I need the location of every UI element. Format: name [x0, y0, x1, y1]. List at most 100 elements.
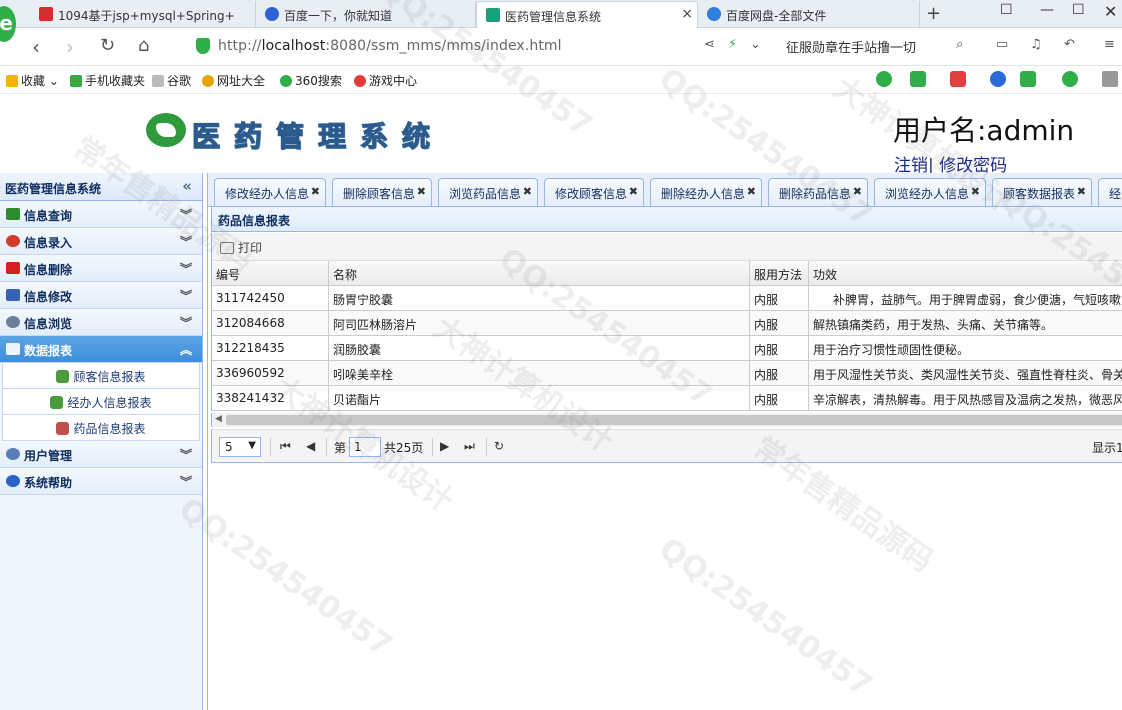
- translate-extension-icon[interactable]: [910, 71, 926, 87]
- url-field[interactable]: http://localhost:8080/ssm_mms/mms/index.…: [196, 35, 696, 59]
- sidebar-section-reports[interactable]: 数据报表 ︽: [0, 336, 202, 363]
- tab-browse-drug[interactable]: 浏览药品信息 ✖: [438, 178, 538, 206]
- cell-usage: 内服: [750, 386, 809, 411]
- cell-name: 贝诺酯片: [329, 386, 750, 411]
- headphone-icon[interactable]: ♫: [1030, 37, 1042, 52]
- scrollbar-thumb[interactable]: [226, 415, 1122, 425]
- bookmark-hao[interactable]: 网址大全: [202, 72, 265, 89]
- agent-icon: [50, 396, 64, 409]
- close-tab-icon[interactable]: ×: [681, 6, 693, 22]
- battery-icon[interactable]: ▭: [996, 37, 1008, 52]
- tab-browse-agent[interactable]: 浏览经办人信息 ✖: [874, 178, 986, 206]
- tab-edit-customer[interactable]: 修改顾客信息 ✖: [544, 178, 644, 206]
- search-icon[interactable]: ⌕: [956, 37, 963, 52]
- sidebar-section-query[interactable]: 信息查询 ︾: [0, 201, 202, 228]
- close-icon[interactable]: ✖: [629, 185, 638, 198]
- tab-agent-report-partial[interactable]: 经: [1098, 178, 1122, 206]
- close-icon[interactable]: ✖: [311, 185, 320, 198]
- close-icon[interactable]: ✖: [747, 185, 756, 198]
- bookmark-google[interactable]: 谷歌: [152, 72, 191, 89]
- cell-effect: 解热镇痛类药，用于发热、头痛、关节痛等。: [813, 318, 1054, 332]
- apps-extension-icon[interactable]: [1102, 71, 1118, 87]
- next-page-icon[interactable]: ▶: [440, 439, 449, 453]
- table-row[interactable]: 311742450 肠胃宁胶囊 内服 补脾胃，益肺气。用于脾胃虚弱，食少便溏，气…: [212, 286, 1122, 311]
- window-close-icon[interactable]: ✕: [1104, 2, 1117, 21]
- sidebar-item-customer-report[interactable]: 顾客信息报表: [2, 363, 200, 389]
- sidebar-item-drug-report[interactable]: 药品信息报表: [2, 415, 200, 441]
- column-header-name[interactable]: 名称: [329, 261, 750, 286]
- browser-tab-project[interactable]: 1094基于jsp+mysql+Spring+: [30, 1, 256, 28]
- sidebar-section-help[interactable]: 系统帮助 ︾: [0, 468, 202, 495]
- search-extension-icon[interactable]: [990, 71, 1006, 87]
- close-icon[interactable]: ✖: [523, 185, 532, 198]
- sidebar-section-browse[interactable]: 信息浏览 ︾: [0, 309, 202, 336]
- page-size-select[interactable]: 5 ▼: [219, 437, 261, 457]
- undo-icon[interactable]: ↶: [1064, 37, 1075, 52]
- url-dropdown-icon[interactable]: ⌄: [750, 37, 761, 52]
- column-header-usage[interactable]: 服用方法: [750, 261, 809, 286]
- close-icon[interactable]: ✖: [417, 185, 426, 198]
- screenshot-extension-icon[interactable]: [950, 71, 966, 87]
- scroll-left-icon[interactable]: ◀: [215, 414, 222, 424]
- bookmarks-bar: 收藏 ⌄ 手机收藏夹 谷歌 网址大全 360搜索 游戏中心: [0, 66, 1122, 94]
- column-header-effect[interactable]: 功效: [809, 261, 1122, 286]
- expand-icon: ︾: [179, 235, 192, 249]
- menu-icon[interactable]: ≡: [1104, 37, 1115, 52]
- prev-page-icon[interactable]: ◀: [306, 439, 315, 453]
- home-icon[interactable]: ⌂: [138, 35, 149, 56]
- tab-delete-drug[interactable]: 删除药品信息 ✖: [768, 178, 868, 206]
- delete-x-icon: [6, 262, 20, 274]
- first-page-icon[interactable]: ⏮: [280, 439, 291, 454]
- game-extension-icon[interactable]: [1020, 71, 1036, 87]
- share-icon[interactable]: ⋖: [704, 37, 715, 52]
- collapse-sidebar-icon[interactable]: «: [182, 177, 192, 195]
- minimize-icon[interactable]: —: [1040, 2, 1054, 18]
- browser-tab-baidu[interactable]: 百度一下，你就知道: [256, 1, 476, 28]
- printer-icon: [6, 343, 20, 355]
- close-icon[interactable]: ✖: [971, 185, 980, 198]
- tab-delete-agent[interactable]: 删除经办人信息 ✖: [650, 178, 762, 206]
- chat-extension-icon[interactable]: [876, 71, 892, 87]
- sub-item-label: 经办人信息报表: [67, 396, 152, 410]
- close-icon[interactable]: ✖: [853, 185, 862, 198]
- current-page-input[interactable]: 1: [349, 437, 381, 457]
- browser-tab-bar: e 1094基于jsp+mysql+Spring+ 百度一下，你就知道 医药管理…: [0, 0, 1122, 42]
- horizontal-scrollbar[interactable]: ◀: [211, 413, 1122, 427]
- news-ticker[interactable]: 征服勋章在手站撸一切: [786, 37, 916, 56]
- sidebar-item-agent-report[interactable]: 经办人信息报表: [2, 389, 200, 415]
- sidebar-section-entry[interactable]: 信息录入 ︾: [0, 228, 202, 255]
- last-page-icon[interactable]: ⏭: [464, 439, 475, 454]
- url-text[interactable]: http://localhost:8080/ssm_mms/mms/index.…: [218, 38, 562, 54]
- tab-delete-customer[interactable]: 删除顾客信息 ✖: [332, 178, 432, 206]
- bookmark-360[interactable]: 360搜索: [280, 72, 342, 89]
- column-header-id[interactable]: 编号: [212, 261, 329, 286]
- bookmark-favorites[interactable]: 收藏 ⌄: [6, 72, 59, 89]
- skin-icon[interactable]: ☐: [1000, 2, 1013, 18]
- project-favicon-icon: [39, 7, 53, 21]
- sidebar-section-delete[interactable]: 信息删除 ︾: [0, 255, 202, 282]
- table-row[interactable]: 312084668 阿司匹林肠溶片 内服 解热镇痛类药，用于发热、头痛、关节痛等…: [212, 311, 1122, 336]
- maximize-icon[interactable]: ☐: [1072, 2, 1085, 18]
- table-row[interactable]: 312218435 润肠胶囊 内服 用于治疗习惯性顽固性便秘。: [212, 336, 1122, 361]
- browser-tab-mms[interactable]: 医药管理信息系统 ×: [476, 1, 698, 29]
- tab-edit-agent[interactable]: 修改经办人信息 ✖: [214, 178, 326, 206]
- sidebar-section-users[interactable]: 用户管理 ︾: [0, 441, 202, 468]
- close-icon[interactable]: ✖: [1077, 185, 1086, 198]
- tab-customer-report[interactable]: 顾客数据报表 ✖: [992, 178, 1092, 206]
- refresh-icon[interactable]: ↻: [494, 439, 504, 453]
- sidebar-section-edit[interactable]: 信息修改 ︾: [0, 282, 202, 309]
- new-tab-button[interactable]: +: [926, 3, 941, 24]
- forward-icon[interactable]: ›: [66, 35, 74, 59]
- table-row[interactable]: 338241432 贝诺酯片 内服 辛凉解表，清热解毒。用于风热感冒及温病之发热…: [212, 386, 1122, 411]
- back-icon[interactable]: ‹: [32, 35, 40, 59]
- money-extension-icon[interactable]: [1062, 71, 1078, 87]
- cell-id: 312084668: [212, 311, 329, 336]
- browser-tab-pan[interactable]: 百度网盘-全部文件: [698, 1, 920, 28]
- print-button[interactable]: 打印: [220, 239, 262, 256]
- refresh-icon[interactable]: ↻: [100, 35, 115, 56]
- flash-icon[interactable]: ⚡: [728, 37, 737, 52]
- customer-icon: [56, 370, 70, 383]
- bookmark-games[interactable]: 游戏中心: [354, 72, 417, 89]
- bookmark-mobile[interactable]: 手机收藏夹: [70, 72, 145, 89]
- table-row[interactable]: 336960592 吲哚美辛栓 内服 用于风湿性关节炎、类风湿性关节炎、强直性脊…: [212, 361, 1122, 386]
